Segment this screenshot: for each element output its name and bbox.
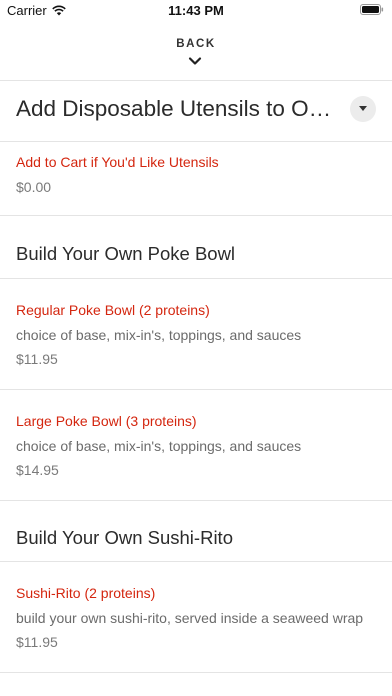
item-description: choice of base, mix-in's, toppings, and … xyxy=(16,327,302,343)
category-dropdown-button[interactable] xyxy=(350,96,376,122)
item-description: build your own sushi-rito, served inside… xyxy=(16,610,364,626)
caret-down-icon xyxy=(359,106,367,111)
item-price: $0.00 xyxy=(16,179,52,195)
category-title: Add Disposable Utensils to Order xyxy=(16,96,336,121)
menu-item-regular-poke-bowl[interactable]: Regular Poke Bowl (2 proteins) choice of… xyxy=(0,279,392,390)
menu-item-sushi-rito[interactable]: Sushi-Rito (2 proteins) build your own s… xyxy=(0,562,392,673)
category-header[interactable]: Add Disposable Utensils to Order xyxy=(0,81,392,142)
item-name: Sushi-Rito (2 proteins) xyxy=(16,585,156,601)
menu-item-large-poke-bowl[interactable]: Large Poke Bowl (3 proteins) choice of b… xyxy=(0,390,392,501)
status-bar: Carrier 11:43 PM xyxy=(0,0,392,22)
item-description: choice of base, mix-in's, toppings, and … xyxy=(16,438,302,454)
menu-item-utensils[interactable]: Add to Cart if You'd Like Utensils $0.00 xyxy=(0,142,392,216)
status-time: 11:43 PM xyxy=(168,3,224,18)
battery-icon xyxy=(360,4,384,15)
back-label: BACK xyxy=(176,38,216,50)
back-button[interactable]: BACK xyxy=(0,30,392,81)
item-name: Large Poke Bowl (3 proteins) xyxy=(16,413,197,429)
item-name: Regular Poke Bowl (2 proteins) xyxy=(16,302,210,318)
section-title: Build Your Own Poke Bowl xyxy=(16,243,236,264)
section-header-poke-bowl: Build Your Own Poke Bowl xyxy=(0,216,392,279)
item-name: Add to Cart if You'd Like Utensils xyxy=(16,154,219,170)
section-title: Build Your Own Sushi-Rito xyxy=(16,527,233,548)
item-price: $11.95 xyxy=(16,634,58,650)
item-price: $14.95 xyxy=(16,462,59,478)
chevron-down-icon xyxy=(188,57,202,65)
item-price: $11.95 xyxy=(16,351,58,367)
section-header-sushi-rito: Build Your Own Sushi-Rito xyxy=(0,501,392,562)
